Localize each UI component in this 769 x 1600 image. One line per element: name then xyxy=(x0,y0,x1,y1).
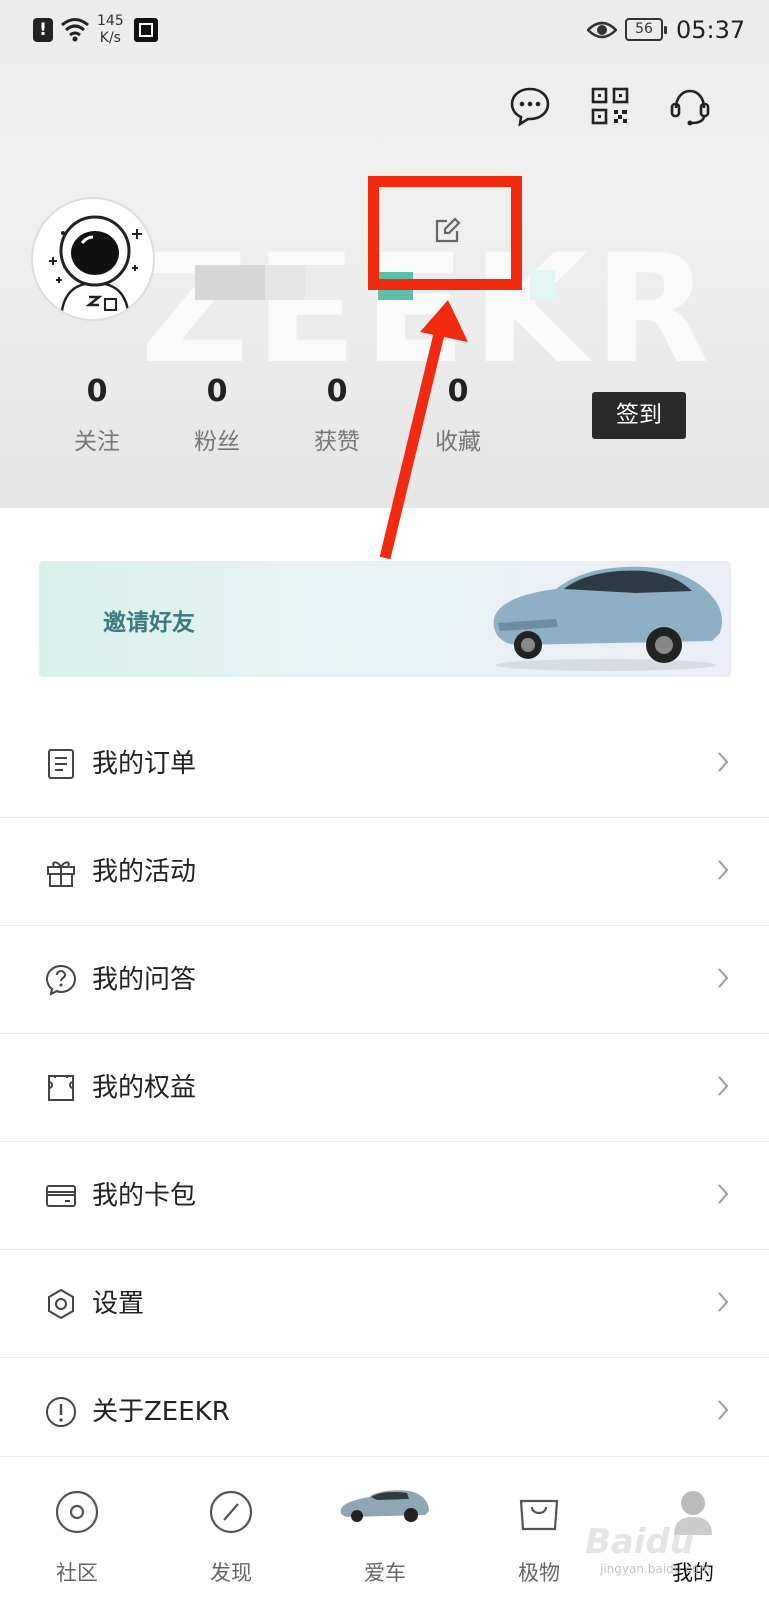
order-icon xyxy=(48,749,74,779)
watermark-url: jingyan.baidu.com xyxy=(600,1562,711,1576)
menu-item-activities[interactable]: 我的活动 xyxy=(0,818,769,926)
tab-my-car[interactable]: 爱车 xyxy=(308,1457,462,1600)
stat-value: 0 xyxy=(86,374,108,409)
tab-label: 社区 xyxy=(56,1561,98,1585)
chevron-right-icon xyxy=(718,752,729,772)
chevron-right-icon xyxy=(718,968,729,988)
stat-label: 粉丝 xyxy=(194,429,240,455)
chevron-right-icon xyxy=(718,860,729,880)
chevron-right-icon xyxy=(718,1076,729,1096)
watermark-brand: Baidu xyxy=(585,1522,695,1562)
menu-item-label: 我的问答 xyxy=(92,965,197,995)
stat-value: 0 xyxy=(206,374,228,409)
tab-community[interactable]: 社区 xyxy=(0,1457,154,1600)
menu-item-label: 我的活动 xyxy=(92,857,197,887)
chevron-right-icon xyxy=(718,1184,729,1204)
stat-followers[interactable]: 0 粉丝 xyxy=(172,372,262,456)
annotation-arrow-icon xyxy=(379,300,468,560)
menu-item-label: 设置 xyxy=(92,1289,145,1319)
ticket-icon xyxy=(48,1075,74,1101)
card-icon xyxy=(46,1185,76,1207)
menu-item-orders[interactable]: 我的订单 xyxy=(0,710,769,818)
menu-item-label: 关于ZEEKR xyxy=(92,1397,230,1427)
menu-item-label: 我的权益 xyxy=(92,1073,197,1103)
shopping-bag-icon xyxy=(519,1499,559,1531)
menu-item-qa[interactable]: 我的问答 xyxy=(0,926,769,1034)
tab-label: 发现 xyxy=(210,1561,252,1585)
stat-label: 获赞 xyxy=(314,429,360,455)
stat-label: 收藏 xyxy=(435,429,481,455)
menu-item-benefits[interactable]: 我的权益 xyxy=(0,1034,769,1142)
menu-item-label: 我的订单 xyxy=(92,749,197,779)
discover-icon xyxy=(209,1490,253,1534)
menu-item-wallet[interactable]: 我的卡包 xyxy=(0,1142,769,1250)
signin-button[interactable]: 签到 xyxy=(592,392,686,439)
car-image-icon xyxy=(493,566,722,671)
chevron-right-icon xyxy=(718,1292,729,1312)
menu-item-label: 我的卡包 xyxy=(92,1181,197,1211)
tab-discover[interactable]: 发现 xyxy=(154,1457,308,1600)
stat-value: 0 xyxy=(326,374,348,409)
question-icon xyxy=(45,964,77,996)
stat-likes[interactable]: 0 获赞 xyxy=(292,372,382,456)
stat-following[interactable]: 0 关注 xyxy=(52,372,142,456)
car-icon xyxy=(340,1490,429,1522)
menu-item-settings[interactable]: 设置 xyxy=(0,1250,769,1358)
banner-label: 邀请好友 xyxy=(103,610,195,636)
invite-friends-banner[interactable]: 邀请好友 xyxy=(39,561,731,677)
community-icon xyxy=(55,1490,99,1534)
menu-list: 我的订单 我的活动 我的问答 我的权益 我的卡包 设置 关于ZEEKR xyxy=(0,710,769,1466)
stat-value: 0 xyxy=(447,374,469,409)
gift-icon xyxy=(47,861,75,887)
settings-icon xyxy=(48,1288,74,1320)
menu-item-about[interactable]: 关于ZEEKR xyxy=(0,1358,769,1466)
tab-label: 爱车 xyxy=(364,1561,406,1585)
info-icon xyxy=(46,1397,76,1427)
stat-favorites[interactable]: 0 收藏 xyxy=(413,372,503,456)
stat-label: 关注 xyxy=(74,429,120,455)
chevron-right-icon xyxy=(718,1400,729,1420)
